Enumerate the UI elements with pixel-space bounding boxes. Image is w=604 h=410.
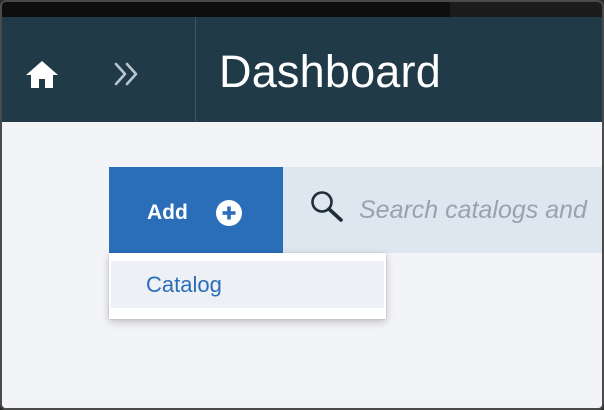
add-button-label: Add: [147, 201, 188, 224]
header-divider: [195, 17, 196, 122]
toolbar: Add: [109, 167, 602, 253]
app-window: Dashboard Add Catalog: [0, 0, 604, 410]
breadcrumb-expand-button[interactable]: [110, 57, 144, 91]
app-header: Dashboard: [2, 17, 602, 122]
progress-strip: [2, 2, 450, 17]
home-button[interactable]: [24, 57, 60, 93]
search-icon: [311, 191, 343, 222]
plus-circle-icon: [216, 200, 242, 226]
main-content: Add Catalog: [2, 122, 602, 408]
page-title: Dashboard: [219, 46, 441, 97]
menu-item-label: Catalog: [146, 272, 222, 297]
add-button[interactable]: Add: [109, 167, 283, 253]
search-input[interactable]: [359, 193, 602, 227]
double-chevron-right-icon: [114, 62, 138, 86]
window-top-strip: [2, 2, 602, 17]
search-bar: [283, 167, 602, 253]
add-dropdown-menu: Catalog: [109, 253, 386, 319]
menu-item-catalog[interactable]: Catalog: [111, 261, 384, 308]
home-icon: [26, 61, 58, 88]
